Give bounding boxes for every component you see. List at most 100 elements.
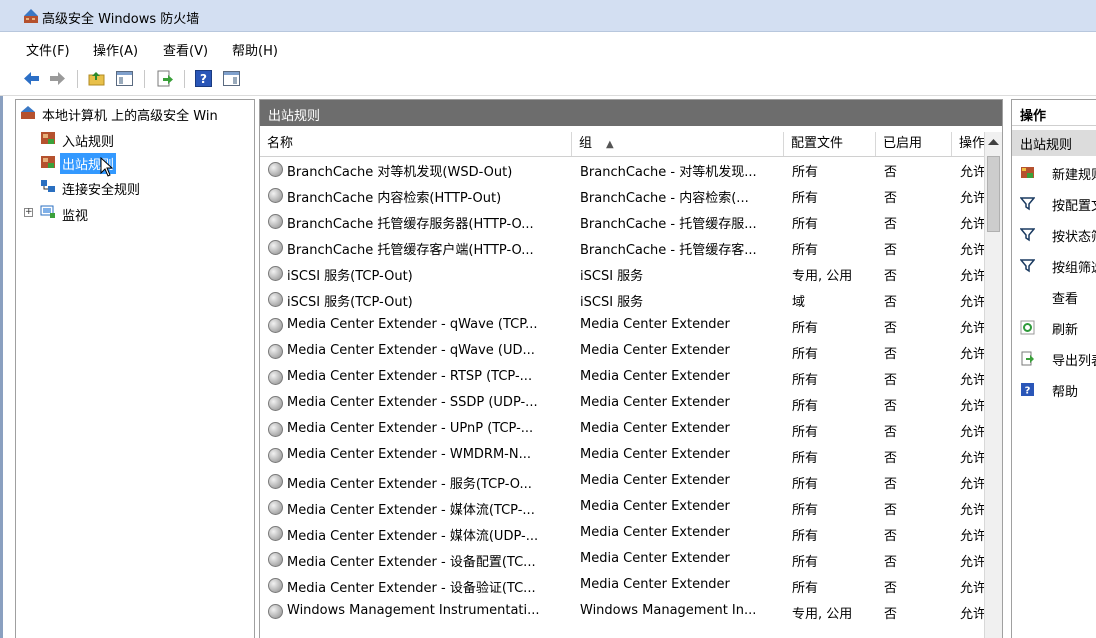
column-header-enabled[interactable]: 已启用 [876, 132, 952, 156]
column-header-label: 配置文件 [791, 136, 844, 151]
table-row[interactable]: Media Center Extender - qWave (UD... Medi… [260, 339, 985, 365]
action-filter-group[interactable]: 按组筛选 [1012, 253, 1096, 279]
tree-item-outbound-rules[interactable]: 出站规则 [40, 152, 240, 177]
table-row[interactable]: iSCSI 服务(TCP-Out) iSCSI 服务 专用, 公用 否 允许 [260, 261, 985, 287]
action-help[interactable]: ? 帮助 [1012, 377, 1096, 403]
export-list-icon[interactable] [155, 69, 174, 88]
cell-profile: 所有 [792, 451, 819, 466]
column-header-profile[interactable]: 配置文件 [784, 132, 876, 156]
table-row[interactable]: Media Center Extender - qWave (TCP... Med… [260, 313, 985, 339]
cell-profile: 所有 [792, 399, 819, 414]
rule-disabled-icon [268, 214, 283, 229]
cell-profile: 所有 [792, 347, 819, 362]
action-new-rule[interactable]: 新建规则... [1012, 160, 1096, 186]
table-row[interactable]: Media Center Extender - UPnP (TCP-... Med… [260, 417, 985, 443]
cell-name: Media Center Extender - qWave (TCP... [287, 317, 538, 332]
table-row[interactable]: Windows Management Instrumentati... Windo… [260, 599, 985, 625]
table-row[interactable]: Media Center Extender - WMDRM-N... Media … [260, 443, 985, 469]
table-row[interactable]: Media Center Extender - 媒体流(UDP-... Media… [260, 521, 985, 547]
rule-disabled-icon [268, 162, 283, 177]
cell-group: Media Center Extender [580, 577, 730, 592]
scroll-up-icon[interactable] [988, 138, 999, 146]
menu-view[interactable]: 查看(V) [163, 40, 208, 59]
expand-icon[interactable]: + [24, 208, 33, 217]
firewall-icon [24, 9, 38, 23]
cell-action: 允许 [960, 399, 984, 414]
menu-action[interactable]: 操作(A) [93, 40, 138, 59]
table-row[interactable]: BranchCache 托管缓存服务器(HTTP-O... BranchCache… [260, 209, 985, 235]
column-header-group[interactable]: 组 ▲ [572, 132, 784, 156]
filter-icon [1020, 197, 1035, 211]
cell-action: 允许 [960, 165, 984, 180]
rule-disabled-icon [268, 422, 283, 437]
action-filter-state[interactable]: 按状态筛选 [1012, 222, 1096, 248]
cell-enabled: 否 [884, 269, 898, 284]
action-refresh[interactable]: 刷新 [1012, 315, 1096, 341]
cell-enabled: 否 [884, 477, 898, 492]
cell-action: 允许 [960, 607, 984, 622]
back-icon[interactable] [22, 69, 41, 88]
cell-profile: 专用, 公用 [792, 269, 853, 284]
column-header-label: 组 [579, 136, 593, 151]
action-export-list[interactable]: 导出列表... [1012, 346, 1096, 372]
tree-root[interactable]: 本地计算机 上的高级安全 Win [20, 102, 254, 124]
cell-action: 允许 [960, 529, 984, 544]
refresh-icon [1020, 320, 1035, 335]
show-hide-tree-icon[interactable] [115, 69, 134, 88]
cell-group: iSCSI 服务 [580, 295, 644, 310]
vertical-scrollbar[interactable] [984, 132, 1002, 638]
action-view[interactable]: 查看 [1012, 284, 1096, 310]
properties-pane-icon[interactable] [222, 69, 241, 88]
table-row[interactable]: Media Center Extender - 服务(TCP-O... Media… [260, 469, 985, 495]
forward-icon[interactable] [48, 69, 67, 88]
cell-profile: 所有 [792, 555, 819, 570]
cell-group: BranchCache - 托管缓存客... [580, 243, 757, 258]
column-header-label: 名称 [267, 136, 294, 151]
table-row[interactable]: Media Center Extender - 设备验证(TC... Media … [260, 573, 985, 599]
cell-group: BranchCache - 内容检索(... [580, 191, 749, 206]
cell-name: Media Center Extender - SSDP (UDP-... [287, 395, 538, 410]
scrollbar-thumb[interactable] [987, 156, 1000, 232]
column-header-label: 已启用 [883, 136, 923, 151]
actions-section-header[interactable]: 出站规则 [1012, 130, 1096, 156]
cell-enabled: 否 [884, 607, 898, 622]
menu-help[interactable]: 帮助(H) [232, 40, 278, 59]
cell-action: 允许 [960, 295, 984, 310]
help-icon[interactable]: ? [194, 69, 213, 88]
table-row[interactable]: BranchCache 对等机发现(WSD-Out) BranchCache - … [260, 157, 985, 183]
cell-enabled: 否 [884, 529, 898, 544]
rule-disabled-icon [268, 578, 283, 593]
table-row[interactable]: Media Center Extender - RTSP (TCP-... Med… [260, 365, 985, 391]
table-row[interactable]: BranchCache 内容检索(HTTP-Out) BranchCache - … [260, 183, 985, 209]
cell-name: BranchCache 托管缓存服务器(HTTP-O... [287, 217, 534, 232]
rule-disabled-icon [268, 474, 283, 489]
cell-action: 允许 [960, 373, 984, 388]
cell-group: Media Center Extender [580, 525, 730, 540]
cell-profile: 所有 [792, 217, 819, 232]
cell-enabled: 否 [884, 503, 898, 518]
cell-profile: 所有 [792, 503, 819, 518]
column-header-name[interactable]: 名称 [260, 132, 572, 156]
rule-disabled-icon [268, 344, 283, 359]
up-folder-icon[interactable] [87, 69, 106, 88]
tree-item-inbound-rules[interactable]: 入站规则 [40, 128, 240, 150]
cell-action: 允许 [960, 191, 984, 206]
cell-enabled: 否 [884, 165, 898, 180]
table-row[interactable]: Media Center Extender - SSDP (UDP-... Med… [260, 391, 985, 417]
action-filter-profile[interactable]: 按配置文件筛选 [1012, 191, 1096, 217]
tree-item-monitoring[interactable]: + 监视 [24, 202, 244, 224]
cell-enabled: 否 [884, 581, 898, 596]
table-row[interactable]: iSCSI 服务(TCP-Out) iSCSI 服务 域 否 允许 [260, 287, 985, 313]
action-label: 帮助 [1052, 385, 1079, 400]
menu-file[interactable]: 文件(F) [26, 40, 70, 59]
cell-name: BranchCache 托管缓存客户端(HTTP-O... [287, 243, 534, 258]
tree-item-connection-security-rules[interactable]: 连接安全规则 [40, 176, 240, 198]
title-bar: 高级安全 Windows 防火墙 [0, 0, 1096, 32]
rule-disabled-icon [268, 266, 283, 281]
column-header-action[interactable]: 操作 [952, 132, 984, 156]
table-row[interactable]: Media Center Extender - 设备配置(TC... Media … [260, 547, 985, 573]
column-header-label: 操作 [959, 136, 984, 151]
cell-profile: 域 [792, 295, 806, 310]
table-row[interactable]: BranchCache 托管缓存客户端(HTTP-O... BranchCache… [260, 235, 985, 261]
table-row[interactable]: Media Center Extender - 媒体流(TCP-... Media… [260, 495, 985, 521]
